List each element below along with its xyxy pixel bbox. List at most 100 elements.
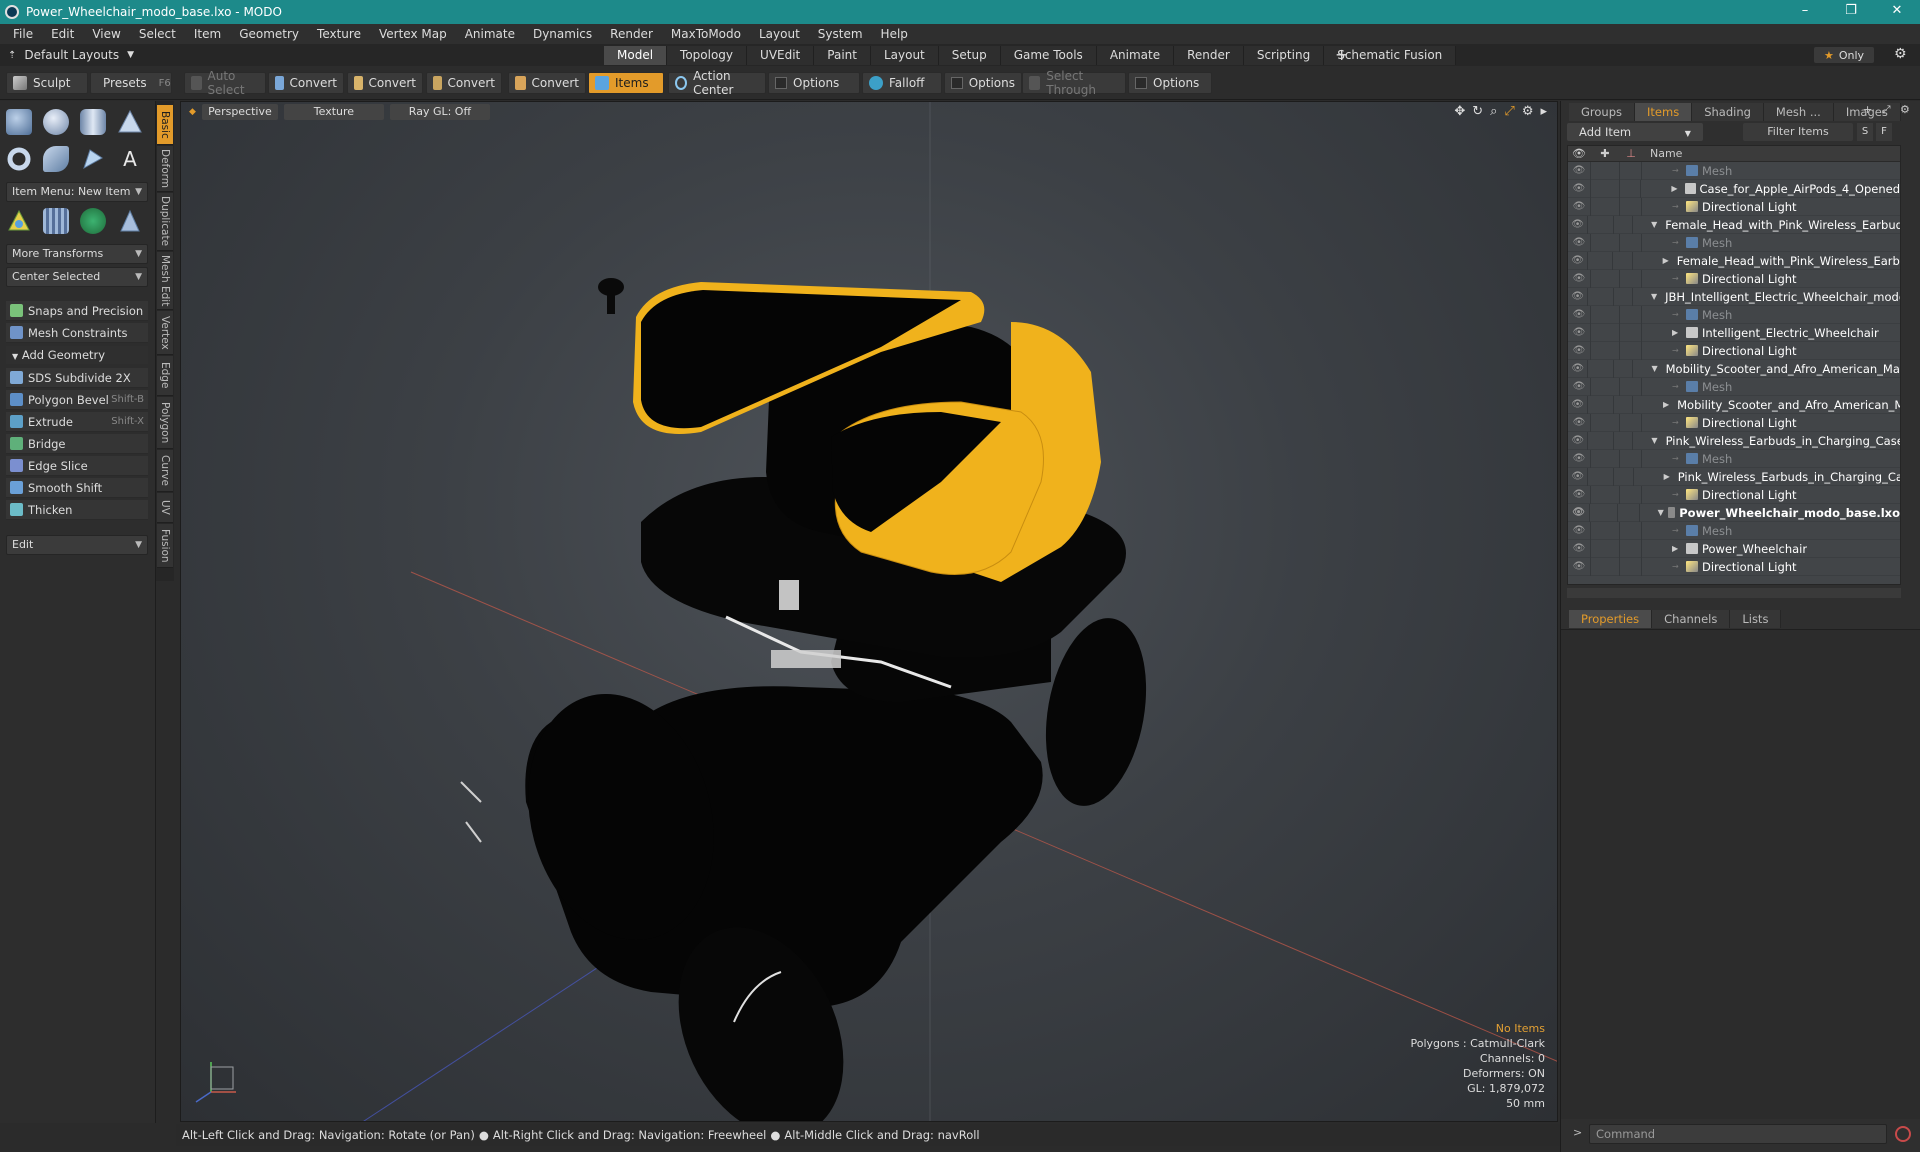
- convert-edges-button[interactable]: Convert: [347, 72, 423, 94]
- globe-icon[interactable]: [80, 208, 106, 234]
- item-row[interactable]: 👁 ▶ Mobility_Scooter_and_Afro_American_Man: [1568, 395, 1900, 414]
- item-menu-dropdown[interactable]: Item Menu: New Item ▼: [6, 182, 148, 202]
- filter-items-input[interactable]: Filter Items: [1743, 123, 1853, 141]
- item-row[interactable]: 👁 ▼ Mobility_Scooter_and_Afro_American_Man…: [1568, 359, 1900, 378]
- lock-cell[interactable]: [1590, 323, 1620, 342]
- menu-item[interactable]: Item: [185, 24, 230, 44]
- edit-dropdown[interactable]: Edit ▼: [6, 535, 148, 555]
- menu-view[interactable]: View: [83, 24, 129, 44]
- tab-animate[interactable]: Animate: [1096, 46, 1175, 65]
- visibility-eye-icon[interactable]: 👁: [1568, 507, 1589, 518]
- default-layouts-dropdown[interactable]: ⇡ Default Layouts ▼: [8, 46, 134, 64]
- snaps-precision-button[interactable]: Snaps and Precision: [6, 301, 148, 321]
- item-row[interactable]: 👁 ▶ Intelligent_Electric_Wheelchair: [1568, 323, 1900, 342]
- render-cell[interactable]: [1614, 467, 1634, 486]
- polygon-bevel-button[interactable]: Polygon Bevel Shift-B: [6, 390, 148, 410]
- visibility-eye-icon[interactable]: 👁: [1568, 165, 1590, 176]
- visibility-eye-icon[interactable]: 👁: [1568, 435, 1587, 446]
- tab-uvedit[interactable]: UVEdit: [747, 46, 815, 65]
- torus-icon[interactable]: [6, 146, 32, 172]
- item-row[interactable]: 👁 ▶ Pink_Wireless_Earbuds_in_Charging_Case: [1568, 467, 1900, 486]
- expand-arrow-icon[interactable]: ▶: [1663, 256, 1669, 265]
- tab-items[interactable]: Items: [1635, 103, 1693, 121]
- item-row[interactable]: 👁 → Directional Light: [1568, 413, 1900, 432]
- pen-icon[interactable]: [80, 146, 106, 172]
- convert-polygons-button[interactable]: Convert: [426, 72, 502, 94]
- lock-cell[interactable]: [1587, 251, 1614, 270]
- collapse-arrow-icon[interactable]: ▼: [1651, 364, 1657, 373]
- menu-texture[interactable]: Texture: [308, 24, 370, 44]
- visibility-eye-icon[interactable]: 👁: [1568, 255, 1587, 266]
- lock-cell[interactable]: [1589, 503, 1619, 522]
- menu-maxtomodo[interactable]: MaxToModo: [662, 24, 750, 44]
- name-column-header[interactable]: Name: [1642, 147, 1682, 160]
- item-row[interactable]: 👁 → Mesh: [1568, 449, 1900, 468]
- item-row[interactable]: 👁 → Mesh: [1568, 161, 1900, 180]
- render-cell[interactable]: [1620, 539, 1642, 558]
- tab-topology[interactable]: Topology: [667, 46, 748, 65]
- lock-cell[interactable]: [1587, 287, 1614, 306]
- menu-animate[interactable]: Animate: [456, 24, 524, 44]
- visibility-eye-icon[interactable]: 👁: [1568, 561, 1590, 572]
- lock-cell[interactable]: [1590, 539, 1620, 558]
- item-row[interactable]: 👁 ▼ Power_Wheelchair_modo_base.lxo: [1568, 503, 1900, 522]
- visibility-eye-icon[interactable]: 👁: [1568, 489, 1590, 500]
- tab-mesh-edit[interactable]: Mesh Edit: [157, 252, 173, 310]
- menu-file[interactable]: File: [4, 24, 42, 44]
- visibility-eye-icon[interactable]: 👁: [1568, 453, 1590, 464]
- visibility-eye-icon[interactable]: 👁: [1568, 417, 1590, 428]
- render-cell[interactable]: [1618, 503, 1640, 522]
- expand-arrow-icon[interactable]: ▶: [1663, 400, 1669, 409]
- tab-lists[interactable]: Lists: [1730, 610, 1782, 628]
- add-tab-icon[interactable]: +: [1335, 45, 1348, 64]
- tab-channels[interactable]: Channels: [1652, 610, 1731, 628]
- tab-properties[interactable]: Properties: [1569, 610, 1653, 628]
- menu-system[interactable]: System: [809, 24, 872, 44]
- render-cell[interactable]: [1620, 197, 1642, 216]
- expand-icon[interactable]: ⤢: [1882, 103, 1891, 116]
- item-row[interactable]: 👁 ▶ Power_Wheelchair: [1568, 539, 1900, 558]
- item-row[interactable]: 👁 ▶ Case_for_Apple_AirPods_4_Opened: [1568, 179, 1900, 198]
- item-row[interactable]: 👁 → Mesh: [1568, 377, 1900, 396]
- tab-polygon[interactable]: Polygon: [157, 397, 173, 449]
- sculpt-button[interactable]: Sculpt: [6, 72, 88, 94]
- render-cell[interactable]: [1620, 413, 1642, 432]
- item-row[interactable]: 👁 → Directional Light: [1568, 557, 1900, 576]
- lock-cell[interactable]: [1587, 467, 1615, 486]
- viewport-more-icon[interactable]: ▸: [1540, 104, 1547, 119]
- cube-icon[interactable]: [6, 109, 32, 135]
- item-row[interactable]: 👁 → Directional Light: [1568, 485, 1900, 504]
- render-cell[interactable]: [1620, 449, 1642, 468]
- more-transforms-dropdown[interactable]: More Transforms ▼: [6, 244, 148, 264]
- sphere-icon[interactable]: [43, 109, 69, 135]
- tab-basic[interactable]: Basic: [157, 105, 173, 145]
- select-options-button[interactable]: Options: [1128, 72, 1212, 94]
- minimize-button[interactable]: –: [1782, 0, 1828, 24]
- lock-cell[interactable]: [1590, 161, 1620, 180]
- item-row[interactable]: 👁 ▼ JBH_Intelligent_Electric_Wheelchair_mo…: [1568, 287, 1900, 306]
- render-cell[interactable]: [1614, 395, 1633, 414]
- render-cell[interactable]: [1614, 287, 1633, 306]
- viewport-menu-arrow-icon[interactable]: ◆: [189, 104, 196, 120]
- lock-cell[interactable]: [1587, 359, 1614, 378]
- render-cell[interactable]: [1620, 377, 1642, 396]
- visibility-eye-icon[interactable]: 👁: [1568, 363, 1587, 374]
- add-geometry-header[interactable]: ▼ Add Geometry: [6, 346, 148, 364]
- item-list-scrollbar[interactable]: [1567, 588, 1901, 598]
- tab-paint[interactable]: Paint: [814, 46, 871, 65]
- extrude-button[interactable]: Extrude Shift-X: [6, 412, 148, 432]
- bridge-button[interactable]: Bridge: [6, 434, 148, 454]
- presets-button[interactable]: Presets F6: [90, 72, 172, 94]
- command-input[interactable]: Command: [1589, 1124, 1887, 1144]
- tab-scripting[interactable]: Scripting: [1243, 46, 1325, 65]
- tab-uv[interactable]: UV: [157, 493, 173, 523]
- item-row[interactable]: 👁 → Mesh: [1568, 305, 1900, 324]
- lock-cell[interactable]: [1590, 305, 1620, 324]
- maximize-button[interactable]: ❐: [1828, 0, 1874, 24]
- visibility-eye-icon[interactable]: 👁: [1568, 525, 1590, 536]
- viewport-canvas[interactable]: [181, 102, 1558, 1122]
- collapse-arrow-icon[interactable]: ▼: [1651, 292, 1657, 301]
- record-icon[interactable]: [1895, 1126, 1911, 1142]
- item-row[interactable]: 👁 → Mesh: [1568, 521, 1900, 540]
- zoom-icon[interactable]: ⌕: [1490, 104, 1497, 119]
